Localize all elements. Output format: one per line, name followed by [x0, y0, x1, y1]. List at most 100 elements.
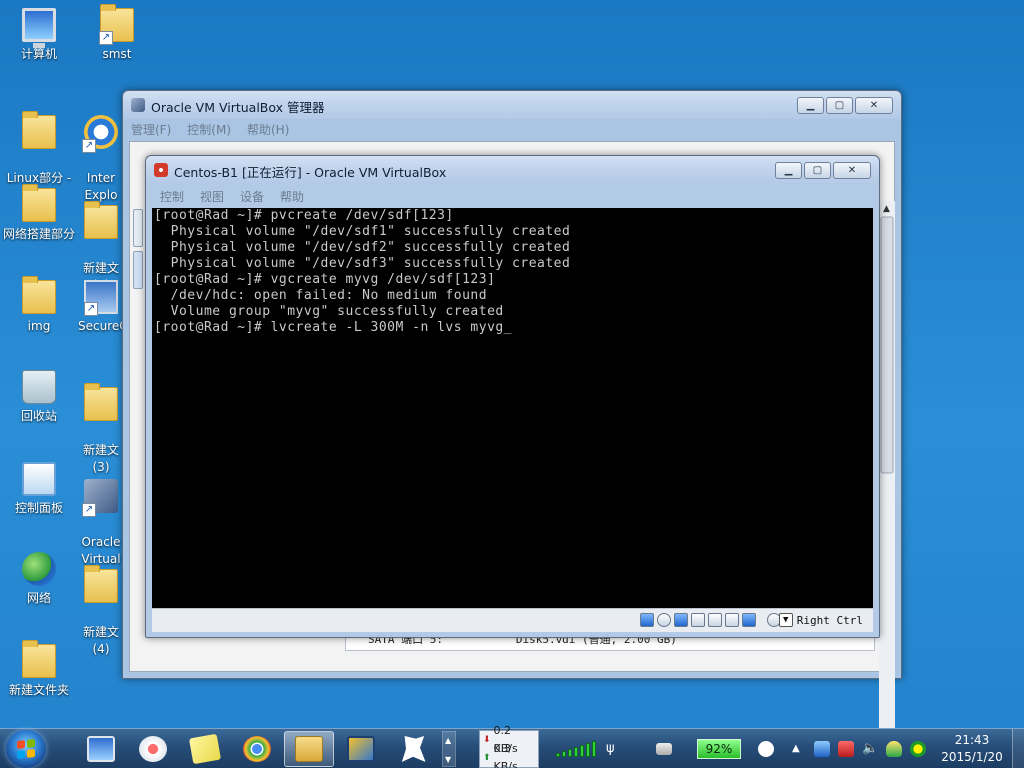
keyboard-icon[interactable]: [656, 743, 672, 755]
vm-menubar: 控制 视图 设备 帮助: [160, 188, 304, 205]
chevron-up-icon[interactable]: ▲: [445, 736, 452, 745]
chevron-down-icon[interactable]: ▼: [445, 755, 452, 764]
maximize-icon: ▢: [834, 100, 845, 111]
desktop-icon-network[interactable]: 网络: [0, 552, 78, 607]
terminal-prompt-line: [root@Rad ~]# lvcreate -L 300M -n lvs my…: [154, 320, 513, 335]
vm-title: Centos-B1 [正在运行] - Oracle VM VirtualBox: [174, 165, 447, 180]
minimize-button[interactable]: ▁: [775, 162, 802, 179]
scroll-up-icon[interactable]: ▲: [883, 204, 890, 214]
system-clock[interactable]: 21:43 2015/1/20: [936, 732, 1008, 766]
desktop-icon-label: 计算机: [20, 47, 57, 61]
vm-running-icon: [154, 163, 168, 177]
desktop-icon-computer[interactable]: 计算机: [0, 8, 78, 63]
vm-statusbar: ▼ Right Ctrl: [152, 608, 873, 632]
desktop-icon-recycle-bin[interactable]: 回收站: [0, 370, 78, 425]
usb-icon[interactable]: [674, 613, 688, 627]
desktop-icon-new-folder-4[interactable]: 新建文 (4): [78, 552, 124, 675]
desktop-icon-network-setup[interactable]: 网络搭建部分: [0, 184, 78, 243]
network-adapter-icon[interactable]: [691, 613, 705, 627]
vm-window[interactable]: Centos-B1 [正在运行] - Oracle VM VirtualBox …: [145, 155, 880, 638]
power-plug-icon[interactable]: [758, 741, 774, 757]
file-shortcut-icon: [99, 4, 134, 45]
close-button[interactable]: ✕: [833, 162, 871, 179]
battery-indicator[interactable]: 92%: [697, 739, 741, 759]
terminal-line: [root@Rad ~]# pvcreate /dev/sdf[123]: [154, 208, 454, 223]
host-key-label: Right Ctrl: [796, 613, 863, 627]
taskbar-scroller[interactable]: ▲ ▼: [442, 731, 456, 767]
show-hidden-icons-icon[interactable]: ▲: [792, 741, 808, 757]
menu-devices[interactable]: 设备: [240, 188, 264, 205]
security-shield-icon[interactable]: [886, 741, 902, 757]
vm-titlebar[interactable]: Centos-B1 [正在运行] - Oracle VM VirtualBox …: [146, 156, 879, 184]
volume-icon[interactable]: 🔈: [862, 741, 878, 757]
tray-app-icon[interactable]: [814, 741, 830, 757]
desktop-icon-label: SecureC: [78, 319, 124, 333]
desktop-icon-label: img: [27, 319, 51, 333]
shared-folder-icon[interactable]: [708, 613, 722, 627]
control-panel-icon: [22, 462, 56, 496]
maximize-button[interactable]: ▢: [804, 162, 831, 179]
tray-plus-icon[interactable]: [910, 741, 926, 757]
remote-desktop-icon: [87, 736, 115, 762]
minimize-button[interactable]: ▁: [797, 97, 824, 114]
desktop-icon-img[interactable]: img: [0, 276, 78, 335]
menu-help[interactable]: 帮助: [280, 188, 304, 205]
vm-console-screen[interactable]: [root@Rad ~]# pvcreate /dev/sdf[123] Phy…: [152, 208, 873, 608]
desktop-icon-label: 新建文 (4): [82, 625, 119, 656]
vm-list-item[interactable]: [133, 251, 143, 289]
desktop-icon-new-folder[interactable]: 新建文件夹: [0, 640, 78, 699]
minimize-icon: ▁: [784, 165, 793, 176]
vm-list-item[interactable]: [133, 209, 143, 247]
hard-disk-icon[interactable]: [640, 613, 654, 627]
taskbar-remote-desktop[interactable]: [76, 731, 126, 767]
taskbar-snipping[interactable]: [128, 731, 178, 767]
maximize-button[interactable]: ▢: [826, 97, 853, 114]
taskbar-virtualbox[interactable]: [336, 731, 386, 767]
terminal-line: /dev/hdc: open failed: No medium found: [154, 288, 488, 303]
show-desktop-button[interactable]: [1012, 729, 1024, 768]
manager-scrollbar[interactable]: ▲ ▼: [879, 201, 895, 746]
terminal-line: Volume group "myvg" successfully created: [154, 304, 504, 319]
taskbar-explorer[interactable]: [284, 731, 334, 767]
start-button[interactable]: [6, 730, 46, 768]
desktop-icon-securecrt[interactable]: SecureC: [78, 280, 124, 335]
wireless-icon[interactable]: ψ: [606, 741, 622, 757]
close-icon: ✕: [847, 165, 857, 176]
taskbar: ▲ ▼ ⬇ 0.2 KB/s ⬆ 0.3 KB/s ψ 92% ▲ 🔈 21:43 …: [0, 724, 1024, 768]
signal-strength-icon[interactable]: [556, 741, 596, 757]
desktop-icon-label: 网络搭建部分: [2, 227, 75, 241]
vm-window-controls: ▁ ▢ ✕: [775, 162, 871, 179]
desktop-icon-label: smst: [102, 47, 132, 61]
upload-speed: 0.3 KB/s: [493, 742, 518, 768]
terminal-line: Physical volume "/dev/sdf2" successfully…: [154, 240, 571, 255]
desktop-icon-label: 回收站: [20, 409, 57, 423]
menu-control[interactable]: 控制: [160, 188, 184, 205]
recycle-bin-icon: [22, 370, 56, 404]
desktop-icon-label: 新建文件夹: [8, 683, 69, 697]
folder-icon: [84, 565, 118, 603]
virtualization-icon[interactable]: [742, 613, 756, 627]
tray-network-icon[interactable]: [838, 741, 854, 757]
taskbar-chrome[interactable]: [232, 731, 282, 767]
windows-logo-icon: [17, 739, 35, 759]
taskbar-cmd[interactable]: [388, 731, 438, 767]
video-capture-icon[interactable]: [725, 613, 739, 627]
folder-icon: [22, 640, 56, 678]
device-indicator-group: [640, 613, 781, 627]
folder-icon: [22, 184, 56, 222]
menu-control[interactable]: 控制(M): [187, 121, 231, 138]
maximize-icon: ▢: [812, 165, 823, 176]
computer-icon: [22, 8, 56, 48]
virtualbox-icon: [347, 736, 375, 762]
upload-arrow-icon: ⬆: [483, 753, 491, 763]
desktop-icon-control-panel[interactable]: 控制面板: [0, 462, 78, 517]
minimize-icon: ▁: [806, 100, 815, 111]
taskbar-sticky-notes[interactable]: [180, 731, 230, 767]
close-button[interactable]: ✕: [855, 97, 893, 114]
menu-manage[interactable]: 管理(F): [131, 121, 171, 138]
desktop-icon-smst[interactable]: smst: [78, 4, 156, 63]
menu-view[interactable]: 视图: [200, 188, 224, 205]
manager-titlebar[interactable]: Oracle VM VirtualBox 管理器 ▁ ▢ ✕: [123, 91, 901, 119]
optical-drive-icon[interactable]: [657, 613, 671, 627]
menu-help[interactable]: 帮助(H): [247, 121, 289, 138]
